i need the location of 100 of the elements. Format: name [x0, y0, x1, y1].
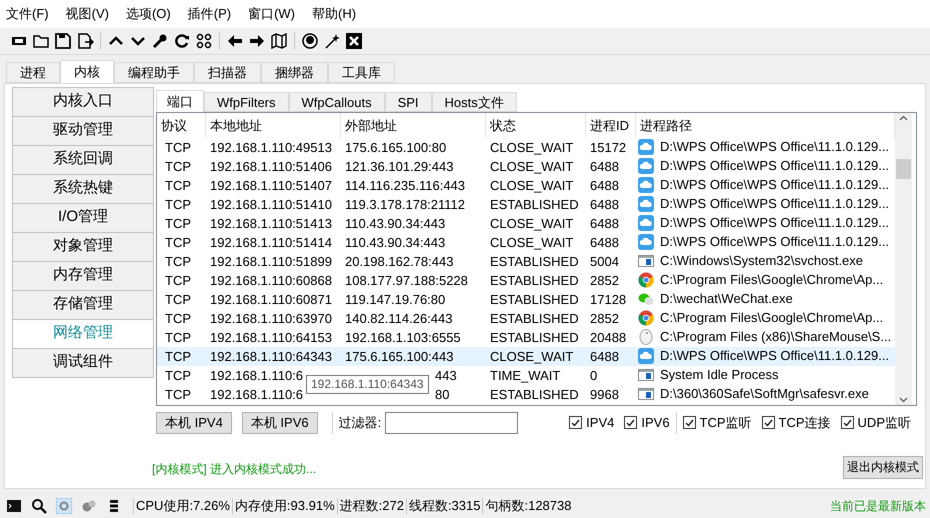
magic-wand-icon[interactable] — [323, 32, 341, 50]
tab[interactable]: 内核 — [60, 60, 114, 84]
menu-item[interactable]: 窗口(W) — [248, 4, 296, 24]
cloud-icon — [638, 158, 654, 174]
map-icon[interactable] — [270, 32, 288, 50]
table-cell-text: 15172 — [590, 138, 626, 157]
table-cell-text: 175.6.165.100:80 — [345, 138, 446, 157]
chrome-icon — [638, 272, 654, 288]
table-cell-text: D:\WPS Office\WPS Office\11.1.0.129... — [660, 214, 890, 232]
tab[interactable]: 端口 — [156, 90, 204, 113]
filter-label: 过滤器: — [338, 414, 382, 432]
sidebar-item[interactable]: 驱动管理 — [12, 116, 154, 146]
checkbox[interactable] — [624, 416, 638, 430]
sidebar-item[interactable]: 对象管理 — [12, 232, 154, 262]
table-cell-text: 119.3.178.178:21112 — [345, 196, 466, 214]
console-icon[interactable] — [6, 498, 22, 514]
tab[interactable]: SPI — [384, 92, 432, 112]
table-cell-text: 17128 — [590, 290, 626, 309]
table-cell-text: TCP — [165, 196, 191, 214]
exit-kernel-button[interactable]: 退出内核模式 — [843, 456, 923, 479]
tab[interactable]: Hosts文件 — [432, 92, 517, 112]
ipv-button[interactable]: 本机 IPV4 — [156, 412, 232, 434]
scrollbar[interactable] — [895, 112, 912, 405]
sidebar-item[interactable]: 内核入口 — [12, 86, 154, 117]
menu-item[interactable]: 插件(P) — [188, 4, 232, 24]
checkbox[interactable] — [840, 416, 854, 430]
sidebar-item[interactable]: 存储管理 — [12, 290, 154, 320]
table-cell-text: C:\Program Files (x86)\ShareMouse\S... — [660, 328, 892, 346]
table-cell-text: 20488 — [590, 328, 626, 347]
table-cell-text: 6488 — [590, 234, 619, 252]
table-cell-text: D:\WPS Office\WPS Office\11.1.0.129... — [660, 157, 890, 176]
ipv-button[interactable]: 本机 IPV6 — [242, 412, 318, 434]
cloud-icon — [638, 196, 654, 212]
status-text: CPU使用:7.26% — [136, 496, 230, 515]
table-cell-text: D:\WPS Office\WPS Office\11.1.0.129... — [660, 347, 890, 366]
sidebar-item[interactable]: 系统回调 — [12, 144, 154, 175]
checkbox[interactable] — [762, 416, 775, 430]
table-cell-text: D:\WPS Office\WPS Office\11.1.0.129... — [660, 195, 890, 214]
version-status: 当前已是最新版本 — [830, 498, 926, 515]
menu-item[interactable]: 文件(F) — [6, 4, 49, 24]
grid-icon[interactable] — [195, 32, 213, 50]
table-cell-text: ESTABLISHED — [490, 290, 579, 309]
close-icon[interactable] — [345, 32, 363, 50]
table-cell-text: 9968 — [590, 386, 619, 404]
table-cell-text: 119.147.19.76:80 — [345, 290, 446, 309]
search-icon[interactable] — [31, 498, 47, 514]
scroll-down-icon[interactable] — [899, 396, 908, 403]
tab[interactable]: 进程 — [6, 62, 60, 83]
cloud-icon — [638, 177, 654, 194]
table-cell-text: ESTABLISHED — [490, 252, 579, 271]
tab[interactable]: 编程助手 — [114, 62, 194, 83]
tab[interactable]: WfpFilters — [204, 92, 288, 112]
sidebar-item[interactable]: 网络管理 — [12, 318, 154, 349]
scroll-thumb[interactable] — [896, 158, 911, 179]
table-cell-text: TCP — [165, 386, 191, 404]
sidebar-item[interactable]: 内存管理 — [12, 260, 154, 291]
checkbox[interactable] — [569, 416, 582, 430]
tab[interactable]: 工具库 — [328, 62, 395, 83]
tab[interactable]: 捆绑器 — [261, 62, 328, 83]
table-cell-text: 6488 — [590, 214, 619, 233]
table-cell-text: 192.168.1.110:64153 — [210, 328, 332, 347]
cloud-icon — [638, 348, 654, 364]
checkbox[interactable] — [682, 416, 696, 430]
menu-item[interactable]: 帮助(H) — [312, 4, 356, 24]
menu-item[interactable]: 视图(V) — [66, 4, 109, 24]
cloud-icon — [638, 234, 654, 250]
table-cell-text: 192.168.1.110:6 — [210, 366, 304, 385]
table-cell-text: ESTABLISHED — [490, 272, 579, 290]
status-text: 线程数:3315 — [408, 496, 480, 515]
checkbox-label: IPV6 — [641, 414, 670, 432]
tab[interactable]: WfpCallouts — [288, 92, 385, 112]
table-cell-text: TCP — [165, 176, 191, 195]
table-cell-text: 2852 — [590, 272, 619, 290]
refresh-icon[interactable] — [173, 32, 191, 50]
table-cell-text: 6488 — [590, 196, 619, 214]
table-cell-text: CLOSE_WAIT — [490, 348, 574, 366]
table-cell-text: 110.43.90.34:443 — [345, 234, 446, 252]
sidebar-item[interactable]: I/O管理 — [12, 202, 154, 233]
table-cell-text: ESTABLISHED — [490, 310, 579, 328]
table-cell-text: 192.168.1.110:49513 — [210, 138, 332, 157]
window-icon — [638, 386, 654, 402]
table-row[interactable]: TCP 192.168.1.110:64343 175.6.165.100:443 CLOSE_WAIT 6488 D:\WPS Office\WPS Office\11.1.0.129... — [157, 346, 895, 366]
status-text: 内存使用:93.91% — [234, 496, 335, 515]
tab[interactable]: 扫描器 — [194, 62, 261, 83]
table-cell-text: TCP — [165, 234, 191, 252]
table-cell-text: ESTABLISHED — [490, 386, 579, 404]
table-cell-text: 192.168.1.110:51414 — [210, 234, 332, 252]
table-cell-text: 0 — [590, 366, 598, 385]
sidebar-item[interactable]: 调试组件 — [12, 348, 154, 378]
table-cell-text: D:\WPS Office\WPS Office\11.1.0.129... — [660, 233, 890, 252]
menu-item[interactable]: 选项(O) — [126, 4, 171, 24]
sidebar-item[interactable]: 系统热键 — [12, 174, 154, 204]
export-icon[interactable] — [76, 32, 94, 50]
filter-field[interactable] — [385, 412, 518, 434]
table-cell-text: 192.168.1.110:51410 — [210, 196, 332, 214]
window-icon — [638, 253, 654, 270]
scroll-up-icon[interactable] — [899, 114, 908, 121]
cloud-icon — [638, 215, 654, 232]
table-cell-text: 5004 — [590, 252, 619, 271]
save-icon[interactable] — [54, 32, 72, 50]
